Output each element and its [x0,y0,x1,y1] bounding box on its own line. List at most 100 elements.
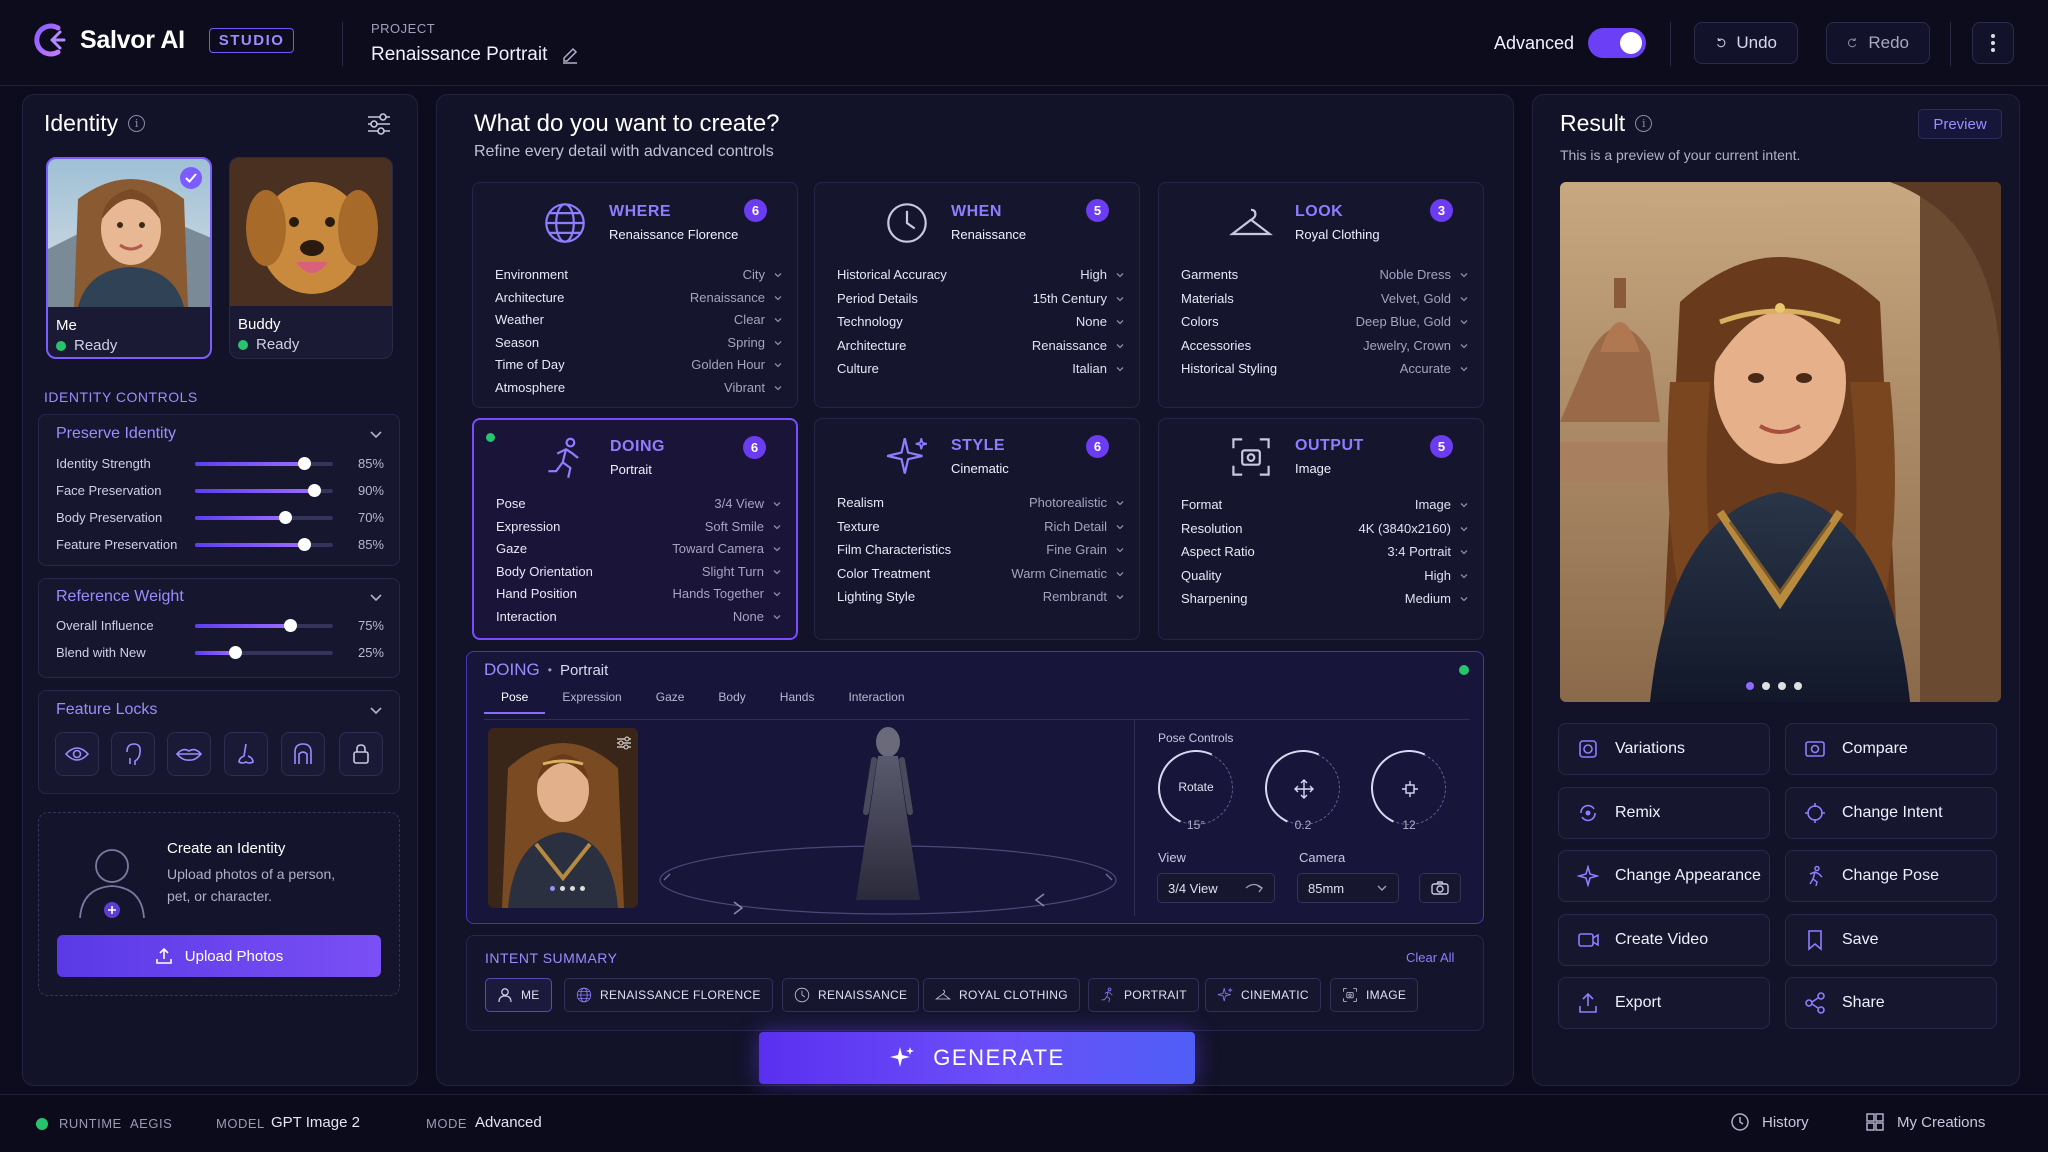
pager-dot[interactable] [1794,682,1802,690]
intent-card-look[interactable]: LOOK Royal Clothing 3 Garments Noble Dre… [1158,182,1484,408]
undo-button[interactable]: Undo [1694,22,1798,64]
my-creations-button[interactable]: My Creations [1865,1112,1985,1132]
intent-option-row[interactable]: Realism Photorealistic [837,493,1125,513]
upload-photos-button[interactable]: Upload Photos [57,935,381,977]
intent-option-row[interactable]: Materials Velvet, Gold [1181,289,1469,309]
history-button[interactable]: History [1730,1112,1809,1132]
slider-knob[interactable] [284,619,298,632]
intent-option-row[interactable]: Environment City [495,265,783,285]
intent-option-row[interactable]: Gaze Toward Camera [496,539,782,559]
result-image[interactable] [1560,182,2001,702]
slider-knob[interactable] [307,484,321,497]
info-icon[interactable]: i [1635,115,1653,132]
slider-track[interactable] [195,619,333,632]
intent-card-where[interactable]: WHERE Renaissance Florence 6 Environment… [472,182,798,408]
generate-button[interactable]: GENERATE [759,1032,1195,1084]
preview-button[interactable]: Preview [1918,109,2002,139]
pager-dot-active[interactable] [1746,682,1754,690]
preserve-identity-title[interactable]: Preserve Identity [56,425,176,443]
lock-all-button[interactable] [339,732,383,776]
clear-all-link[interactable]: Clear All [1406,950,1454,965]
slider-knob[interactable] [278,511,292,524]
intent-option-row[interactable]: Format Image [1181,495,1469,515]
intent-option-row[interactable]: Time of Day Golden Hour [495,355,783,375]
intent-option-row[interactable]: Historical Accuracy High [837,265,1125,285]
snapshot-button[interactable] [1419,873,1461,903]
tab-gaze[interactable]: Gaze [639,690,702,714]
intent-option-row[interactable]: Film Characteristics Fine Grain [837,540,1125,560]
intent-card-style[interactable]: STYLE Cinematic 6 Realism Photorealistic… [814,418,1140,640]
feature-locks-title[interactable]: Feature Locks [56,701,157,719]
intent-option-row[interactable]: Architecture Renaissance [837,336,1125,356]
tab-body[interactable]: Body [701,690,762,714]
change-appearance-button[interactable]: Change Appearance [1558,850,1770,902]
slider-knob[interactable] [298,457,312,470]
tab-expression[interactable]: Expression [545,690,638,714]
intent-chip[interactable]: PORTRAIT [1088,978,1199,1012]
intent-card-output[interactable]: OUTPUT Image 5 Format Image Resolution 4… [1158,418,1484,640]
adjust-icon[interactable] [616,736,632,750]
view-select[interactable]: 3/4 View [1157,873,1275,903]
save-button[interactable]: Save [1785,913,1997,966]
pose-reference-thumb[interactable] [488,728,638,908]
slider-track[interactable] [195,484,333,497]
filter-settings-icon[interactable] [366,112,392,136]
slider-knob[interactable] [229,646,243,659]
intent-option-row[interactable]: Expression Soft Smile [496,517,782,537]
zoom-dial[interactable] [1360,739,1458,837]
intent-option-row[interactable]: Interaction None [496,607,782,627]
identity-card-me[interactable]: Me Ready [46,157,212,359]
tilt-dial[interactable] [1254,739,1352,837]
intent-option-row[interactable]: Resolution 4K (3840x2160) [1181,519,1469,539]
hair-lock-button[interactable] [281,732,325,776]
intent-option-row[interactable]: Quality High [1181,566,1469,586]
intent-chip[interactable]: ME [485,978,552,1012]
intent-option-row[interactable]: Historical Styling Accurate [1181,359,1469,379]
pager-dot[interactable] [1778,682,1786,690]
intent-option-row[interactable]: Atmosphere Vibrant [495,378,783,398]
tab-hands[interactable]: Hands [763,690,832,714]
intent-option-row[interactable]: Lighting Style Rembrandt [837,587,1125,607]
intent-chip[interactable]: CINEMATIC [1205,978,1321,1012]
thumb-pager[interactable] [550,886,585,891]
model-value[interactable]: GPT Image 2 [271,1114,360,1131]
intent-option-row[interactable]: Colors Deep Blue, Gold [1181,312,1469,332]
intent-option-row[interactable]: Pose 3/4 View [496,494,782,514]
more-menu-button[interactable] [1972,22,2014,64]
info-icon[interactable]: i [128,115,146,132]
chevron-down-icon[interactable] [368,589,384,605]
chevron-down-icon[interactable] [368,702,384,718]
intent-option-row[interactable]: Culture Italian [837,359,1125,379]
edit-pencil-icon[interactable] [561,46,579,64]
change-pose-button[interactable]: Change Pose [1785,850,1997,902]
tab-pose[interactable]: Pose [484,690,546,714]
camera-select[interactable]: 85mm [1297,873,1399,903]
lips-lock-button[interactable] [167,732,211,776]
identity-card-buddy[interactable]: Buddy Ready [229,157,393,359]
mode-value[interactable]: Advanced [475,1114,542,1131]
intent-option-row[interactable]: Season Spring [495,333,783,353]
pager-dot[interactable] [1762,682,1770,690]
eye-lock-button[interactable] [55,732,99,776]
result-pager[interactable] [1746,682,1802,690]
intent-option-row[interactable]: Accessories Jewelry, Crown [1181,336,1469,356]
intent-option-row[interactable]: Color Treatment Warm Cinematic [837,564,1125,584]
chevron-down-icon[interactable] [368,426,384,442]
intent-option-row[interactable]: Hand Position Hands Together [496,584,782,604]
intent-option-row[interactable]: Architecture Renaissance [495,288,783,308]
slider-knob[interactable] [298,538,312,551]
intent-option-row[interactable]: Weather Clear [495,310,783,330]
face-lock-button[interactable] [111,732,155,776]
compare-button[interactable]: Compare [1785,723,1997,775]
project-name[interactable]: Renaissance Portrait [371,44,579,66]
tab-interaction[interactable]: Interaction [831,690,921,714]
create-video-button[interactable]: Create Video [1558,913,1770,966]
pose-3d-viewport[interactable] [644,720,1132,920]
change-intent-button[interactable]: Change Intent [1785,786,1997,839]
intent-chip[interactable]: IMAGE [1330,978,1419,1012]
redo-button[interactable]: Redo [1826,22,1930,64]
slider-track[interactable] [195,646,333,659]
variations-button[interactable]: Variations [1558,723,1770,775]
slider-track[interactable] [195,538,333,551]
remix-button[interactable]: Remix [1558,786,1770,839]
